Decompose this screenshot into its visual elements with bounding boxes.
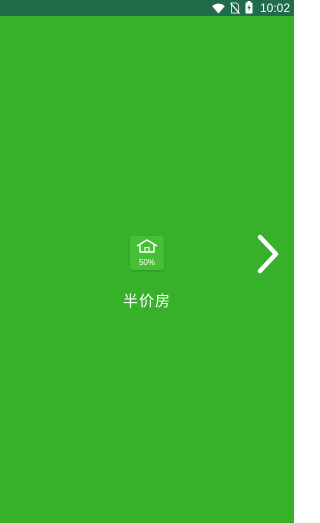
status-time: 10:02	[259, 1, 290, 15]
battery-charging-icon	[245, 0, 253, 18]
splash-screen: 10:02 50% 半价房	[0, 0, 294, 523]
house-icon	[136, 236, 158, 257]
status-icons: 10:02	[212, 0, 290, 16]
next-button[interactable]	[254, 234, 282, 274]
app-logo: 50%	[130, 236, 164, 270]
wifi-icon	[212, 0, 225, 18]
chevron-right-icon	[254, 234, 282, 278]
logo-text: 50%	[138, 258, 155, 267]
splash-center: 50% 半价房	[0, 236, 294, 311]
no-sim-icon	[230, 0, 240, 18]
status-bar: 10:02	[0, 0, 294, 16]
app-title: 半价房	[122, 292, 171, 310]
